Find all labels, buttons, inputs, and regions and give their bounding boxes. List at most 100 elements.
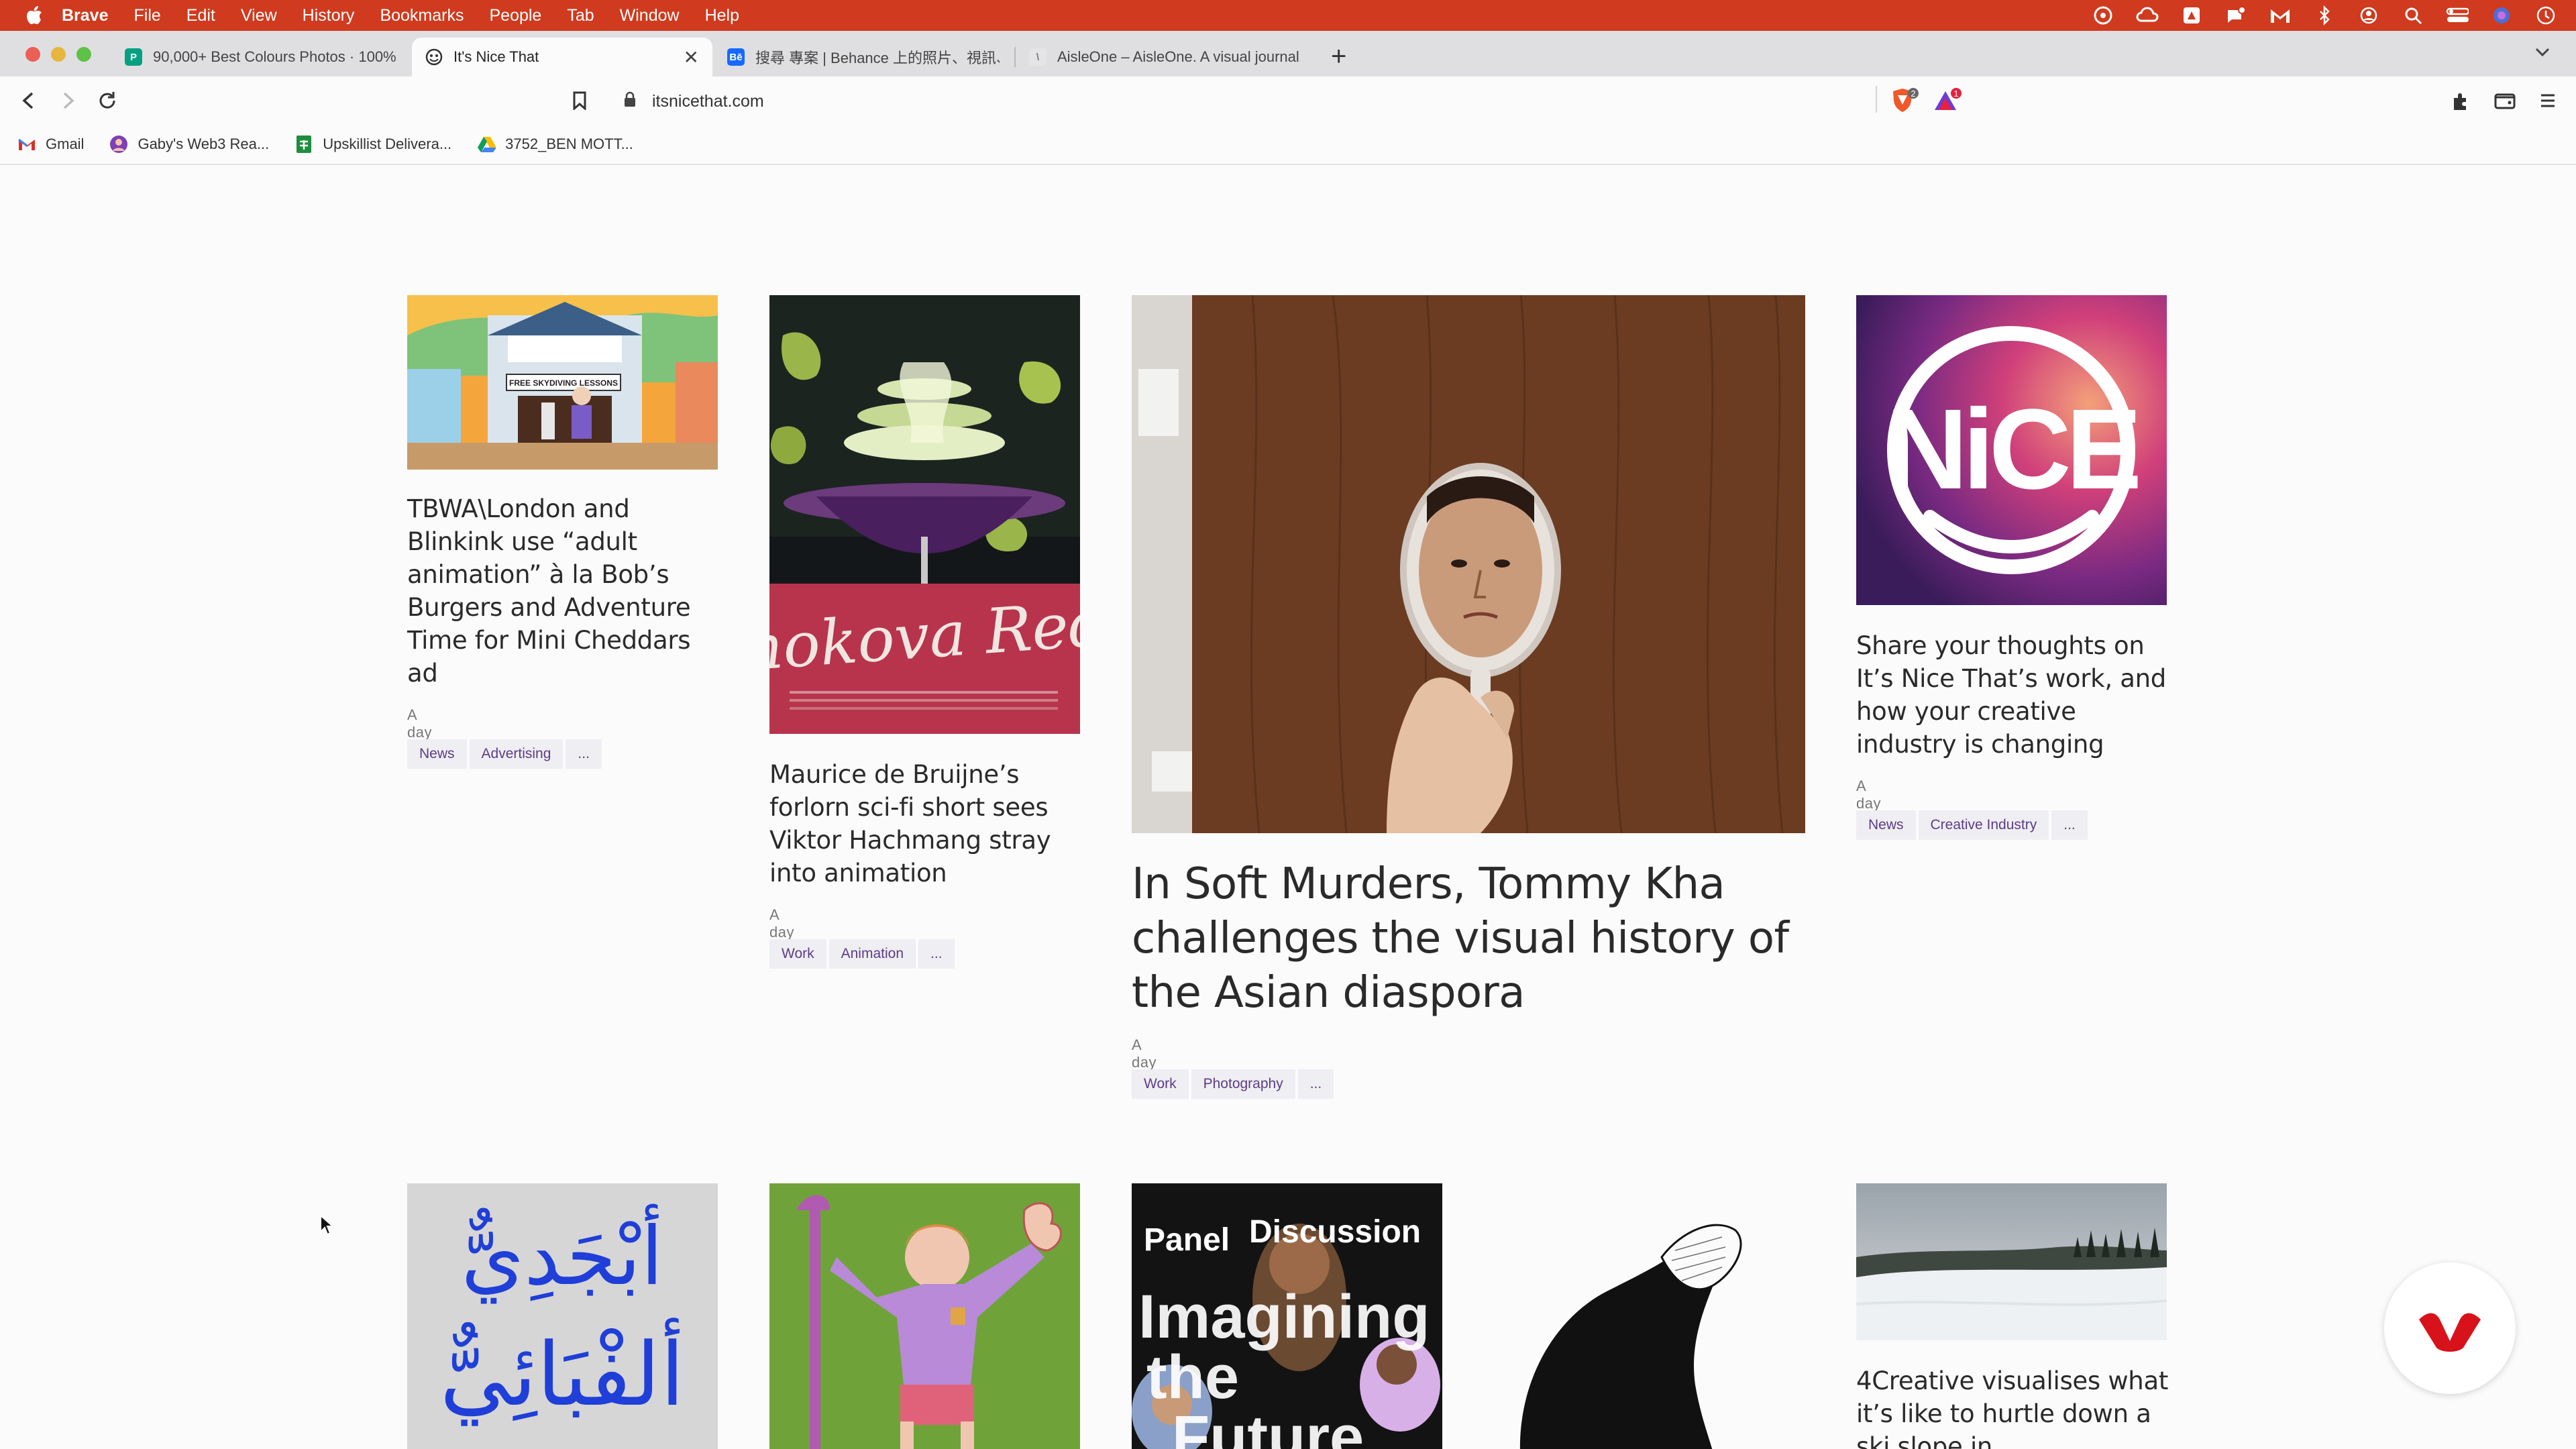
article-title[interactable]: In Soft Murders, Tommy Kha challenges th… bbox=[1132, 857, 1805, 1020]
article-tags: Work Photography ... bbox=[1132, 1069, 1334, 1099]
article-tags: News Creative Industry ... bbox=[1856, 810, 2088, 840]
tab-pexels[interactable]: P 90,000+ Best Colours Photos · 100% Fre… bbox=[111, 38, 411, 76]
arabic-line-1: أبْجَدِيٌّ bbox=[461, 1203, 663, 1303]
siri-icon[interactable] bbox=[2490, 5, 2513, 25]
itsnicethat-favicon bbox=[425, 48, 443, 66]
apple-icon[interactable] bbox=[24, 5, 44, 25]
bookmark-gaby-web3[interactable]: Gaby's Web3 Rea... bbox=[109, 135, 269, 154]
tag-photography[interactable]: Photography bbox=[1191, 1069, 1295, 1099]
url-text[interactable]: itsnicethat.com bbox=[652, 92, 764, 111]
tag-advertising[interactable]: Advertising bbox=[469, 739, 564, 769]
menu-tab[interactable]: Tab bbox=[567, 6, 594, 25]
bookmark-upskillist[interactable]: Upskillist Delivera... bbox=[294, 135, 451, 154]
article-tags: News Advertising ... bbox=[407, 739, 602, 769]
tag-more[interactable]: ... bbox=[566, 739, 602, 769]
menu-view[interactable]: View bbox=[241, 6, 277, 25]
reload-button[interactable] bbox=[95, 89, 119, 113]
window-zoom-button[interactable] bbox=[76, 47, 91, 62]
gmail-status-icon[interactable] bbox=[2269, 5, 2292, 25]
pexels-favicon: P bbox=[125, 48, 142, 66]
article-title[interactable]: Maurice de Bruijne’s forlorn sci-fi shor… bbox=[769, 758, 1085, 890]
page-content: FREE SKYDIVING LESSONS TBWA\London and B… bbox=[0, 166, 2576, 1449]
tag-animation[interactable]: Animation bbox=[828, 939, 916, 969]
creative-cloud-icon[interactable] bbox=[2092, 5, 2114, 25]
brave-rewards-icon[interactable]: 1 bbox=[1932, 87, 1963, 117]
back-button[interactable] bbox=[16, 89, 40, 113]
menu-window[interactable]: Window bbox=[620, 6, 680, 25]
tag-creative-industry[interactable]: Creative Industry bbox=[1918, 810, 2049, 840]
bookmark-gmail[interactable]: Gmail bbox=[17, 135, 84, 154]
vimeo-icon bbox=[2419, 1313, 2481, 1352]
bookmark-label: Gaby's Web3 Rea... bbox=[138, 136, 270, 152]
article-thumbnail-illustration[interactable] bbox=[769, 1183, 1080, 1449]
tab-title: 搜尋 專案 | Behance 上的照片、視訊、標誌 bbox=[755, 50, 1000, 66]
article-thumbnail-sketch[interactable] bbox=[1494, 1183, 1805, 1449]
menu-bookmarks[interactable]: Bookmarks bbox=[380, 6, 464, 25]
tab-behance[interactable]: Bē 搜尋 專案 | Behance 上的照片、視訊、標誌 bbox=[714, 38, 1013, 76]
tab-title: AisleOne – AisleOne. A visual journal bbox=[1057, 48, 1299, 65]
address-bar[interactable]: itsnicethat.com bbox=[616, 85, 1974, 118]
tab-close-icon[interactable]: ✕ bbox=[677, 46, 699, 68]
vimeo-widget-button[interactable] bbox=[2384, 1263, 2516, 1394]
url-separator bbox=[1876, 86, 1877, 113]
tag-more[interactable]: ... bbox=[1297, 1069, 1334, 1099]
drive-status-icon[interactable] bbox=[2180, 5, 2203, 25]
wallet-icon[interactable] bbox=[2493, 89, 2517, 113]
bookmark-3752-ben-mott[interactable]: 3752_BEN MOTT... bbox=[477, 135, 633, 154]
sheets-icon bbox=[294, 135, 313, 154]
article-thumbnail[interactable] bbox=[1856, 1183, 2167, 1340]
new-tab-button[interactable]: + bbox=[1331, 43, 1346, 70]
tab-aisleone[interactable]: \ AisleOne – AisleOne. A visual journal bbox=[1016, 38, 1315, 76]
tag-more[interactable]: ... bbox=[2051, 810, 2088, 840]
bookmark-label: 3752_BEN MOTT... bbox=[505, 136, 633, 152]
tag-news[interactable]: News bbox=[407, 739, 467, 769]
user-account-icon[interactable] bbox=[2357, 5, 2380, 25]
menu-help[interactable]: Help bbox=[705, 6, 739, 25]
bookmark-page-icon[interactable] bbox=[568, 89, 592, 113]
tab-itsnicethat[interactable]: It's Nice That ✕ bbox=[412, 38, 712, 76]
article-thumbnail[interactable]: Zanokova Redux bbox=[769, 295, 1080, 734]
tag-work[interactable]: Work bbox=[1132, 1069, 1189, 1099]
notification-icon[interactable] bbox=[2224, 5, 2247, 25]
article-thumbnail-arabic-type[interactable]: أبْجَدِيٌّ ألفْبَائِيٌّ bbox=[407, 1183, 718, 1449]
drive-icon bbox=[477, 135, 496, 154]
window-minimize-button[interactable] bbox=[51, 47, 66, 62]
bluetooth-icon[interactable] bbox=[2313, 5, 2336, 25]
menu-history[interactable]: History bbox=[303, 6, 355, 25]
article-thumbnail[interactable]: FREE SKYDIVING LESSONS bbox=[407, 295, 718, 470]
clock-icon[interactable] bbox=[2534, 5, 2557, 25]
menubar-status-icons bbox=[2092, 0, 2557, 31]
forward-button[interactable] bbox=[56, 89, 80, 113]
panel-word-2: Discussion bbox=[1249, 1214, 1421, 1250]
menu-app-brave[interactable]: Brave bbox=[62, 6, 109, 25]
mac-menubar: Brave File Edit View History Bookmarks P… bbox=[0, 0, 2576, 31]
article-title[interactable]: TBWA\London and Blinkink use “adult anim… bbox=[407, 492, 722, 690]
control-center-icon[interactable] bbox=[2446, 5, 2469, 25]
sync-cloud-icon[interactable] bbox=[2136, 5, 2159, 25]
shield-badge-count: 2 bbox=[1911, 89, 1915, 99]
behance-favicon: Bē bbox=[727, 48, 745, 66]
window-close-button[interactable] bbox=[25, 47, 40, 62]
article-thumbnail[interactable] bbox=[1132, 295, 1805, 833]
menu-file[interactable]: File bbox=[134, 6, 161, 25]
panel-line-2: the bbox=[1146, 1343, 1239, 1411]
aisleone-favicon: \ bbox=[1029, 48, 1046, 66]
menu-icon[interactable] bbox=[2536, 89, 2560, 113]
article-thumbnail[interactable]: NiCE bbox=[1856, 295, 2167, 605]
menu-people[interactable]: People bbox=[489, 6, 541, 25]
tag-work[interactable]: Work bbox=[769, 939, 826, 969]
article-title[interactable]: 4Creative visualises what it’s like to h… bbox=[1856, 1364, 2171, 1449]
brave-shields-icon[interactable]: 2 bbox=[1889, 87, 1920, 117]
article-tags: Work Animation ... bbox=[769, 939, 955, 969]
tag-more[interactable]: ... bbox=[918, 939, 955, 969]
extensions-icon[interactable] bbox=[2449, 89, 2473, 113]
tag-news[interactable]: News bbox=[1856, 810, 1916, 840]
menu-edit[interactable]: Edit bbox=[186, 6, 215, 25]
panel-word-1: Panel bbox=[1144, 1222, 1230, 1258]
chevron-down-icon[interactable] bbox=[2534, 47, 2551, 61]
article-title[interactable]: Share your thoughts on It’s Nice That’s … bbox=[1856, 629, 2171, 761]
article-thumbnail-panel-discussion[interactable]: Panel Discussion Imagining the Future bbox=[1132, 1183, 1442, 1449]
spotlight-search-icon[interactable] bbox=[2402, 5, 2424, 25]
tab-title: It's Nice That bbox=[453, 48, 539, 65]
lock-icon[interactable] bbox=[624, 91, 636, 112]
